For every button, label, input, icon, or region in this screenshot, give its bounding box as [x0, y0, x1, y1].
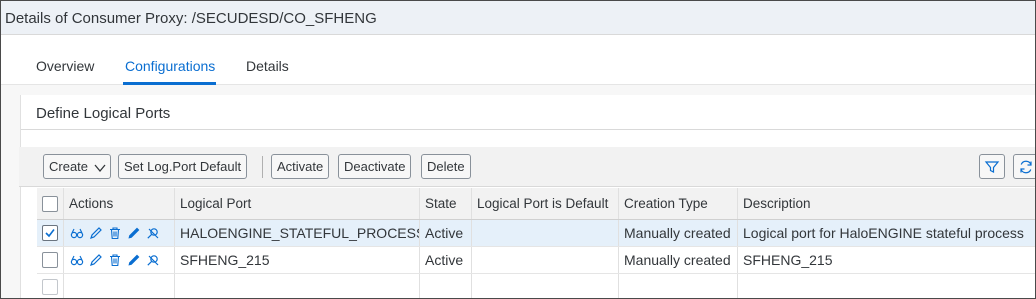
set-default-button[interactable]: Set Log.Port Default [118, 154, 248, 179]
row-select-cell [37, 274, 64, 298]
edit-icon[interactable] [89, 226, 103, 240]
display-icon[interactable] [70, 226, 84, 240]
checkmark-icon [45, 229, 55, 238]
logical-port-cell: HALOENGINE_STATEFUL_PROCESS [175, 220, 420, 246]
tab-overview[interactable]: Overview [36, 58, 94, 74]
delete-button[interactable]: Delete [421, 154, 471, 179]
tab-configurations[interactable]: Configurations [125, 58, 215, 74]
column-header-logical-port[interactable]: Logical Port [175, 188, 420, 219]
active-tab-indicator [123, 82, 216, 85]
tab-bar: Overview Configurations Details [1, 35, 1035, 85]
state-cell: Active [420, 247, 472, 273]
delete-icon[interactable] [108, 253, 122, 267]
is-default-cell [472, 220, 619, 246]
row-actions-cell [64, 220, 175, 246]
description-cell: SFHENG_215 [743, 252, 833, 268]
logical-port-cell: SFHENG_215 [175, 247, 420, 273]
empty-cell [472, 274, 619, 298]
column-header-actions[interactable]: Actions [64, 188, 175, 219]
edit-alt-icon[interactable] [127, 226, 141, 240]
is-default-cell [472, 247, 619, 273]
state-cell: Active [420, 220, 472, 246]
row-checkbox[interactable] [42, 225, 58, 241]
toolbar-separator [262, 156, 263, 178]
activate-button[interactable]: Activate [271, 154, 330, 179]
creation-type-cell: Manually created [619, 247, 738, 273]
display-icon[interactable] [70, 253, 84, 267]
filter-icon [984, 160, 1000, 173]
edit-icon[interactable] [89, 253, 103, 267]
create-button[interactable]: Create [43, 154, 111, 179]
chevron-down-icon [94, 164, 106, 172]
select-all-cell [37, 188, 64, 219]
table-toolbar: Create Set Log.Port Default Activate Dea… [19, 147, 1035, 187]
tab-details[interactable]: Details [246, 58, 289, 74]
window-frame: Details of Consumer Proxy: /SECUDESD/CO_… [0, 0, 1036, 299]
section-divider [21, 129, 1035, 130]
row-checkbox [42, 279, 58, 295]
ping-icon[interactable] [146, 253, 160, 267]
title-bar: Details of Consumer Proxy: /SECUDESD/CO_… [1, 1, 1035, 35]
empty-cell [420, 274, 472, 298]
ping-icon[interactable] [146, 226, 160, 240]
creation-type-cell: Manually created [619, 220, 738, 246]
column-header-description[interactable]: Description [738, 188, 1035, 219]
refresh-icon [1020, 160, 1032, 173]
table-header-row: Actions Logical Port State Logical Port … [37, 188, 1035, 220]
deactivate-button[interactable]: Deactivate [338, 154, 412, 179]
logical-ports-table: Actions Logical Port State Logical Port … [37, 188, 1035, 298]
row-checkbox[interactable] [42, 252, 58, 268]
column-header-is-default[interactable]: Logical Port is Default [472, 188, 619, 219]
column-header-creation-type[interactable]: Creation Type [619, 188, 738, 219]
page-title: Details of Consumer Proxy: /SECUDESD/CO_… [5, 10, 377, 27]
empty-cell [64, 274, 175, 298]
empty-cell [738, 274, 1035, 298]
select-all-checkbox[interactable] [42, 195, 58, 212]
refresh-button[interactable] [1013, 154, 1035, 179]
row-select-cell [37, 247, 64, 273]
table-row[interactable]: HALOENGINE_STATEFUL_PROCESS Active Manua… [37, 220, 1035, 247]
column-header-state[interactable]: State [420, 188, 472, 219]
empty-cell [619, 274, 738, 298]
row-actions-cell [64, 247, 175, 273]
row-select-cell [37, 220, 64, 246]
edit-alt-icon[interactable] [127, 253, 141, 267]
empty-cell [175, 274, 420, 298]
description-cell: Logical port for HaloENGINE stateful pro… [743, 225, 1024, 241]
table-row-empty [37, 274, 1035, 298]
table-row[interactable]: SFHENG_215 Active Manually created SFHEN… [37, 247, 1035, 274]
filter-button[interactable] [979, 154, 1005, 179]
section-title: Define Logical Ports [36, 105, 171, 122]
delete-icon[interactable] [108, 226, 122, 240]
create-label: Create [49, 159, 89, 174]
